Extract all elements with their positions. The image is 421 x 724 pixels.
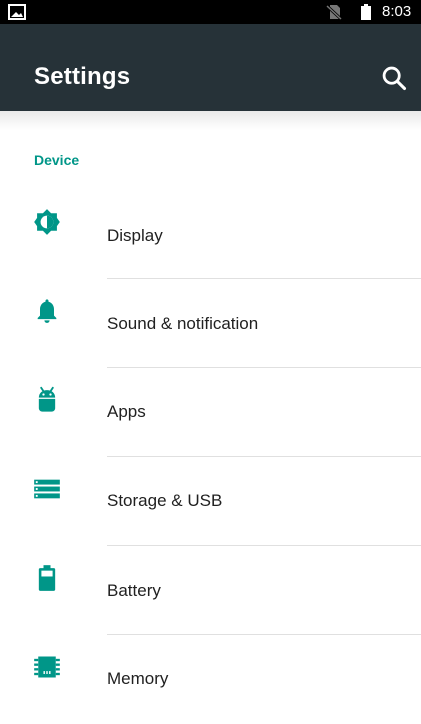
settings-item-label: Apps (107, 402, 146, 421)
storage-icon (34, 479, 60, 499)
battery-icon (38, 565, 56, 591)
toolbar-shadow (0, 111, 421, 131)
display-brightness-icon (34, 209, 60, 235)
android-icon (38, 386, 56, 412)
settings-item-storage-usb[interactable]: Storage & USB (0, 457, 421, 546)
settings-item-display[interactable]: Display (0, 190, 421, 279)
image-notification-icon (8, 4, 26, 20)
status-time: 8:03 (382, 3, 412, 20)
settings-item-label: Battery (107, 581, 161, 600)
search-icon[interactable] (380, 64, 408, 92)
status-bar: 8:03 (0, 0, 421, 24)
battery-icon (361, 4, 371, 20)
bell-icon (37, 299, 57, 323)
page-title: Settings (34, 63, 131, 90)
memory-chip-icon (34, 656, 60, 678)
settings-item-battery[interactable]: Battery (0, 546, 421, 635)
section-header-device: Device (34, 152, 80, 168)
settings-item-label: Sound & notification (107, 314, 259, 333)
settings-item-apps[interactable]: Apps (0, 368, 421, 457)
settings-item-label: Display (107, 226, 163, 245)
app-bar: Settings (0, 24, 421, 111)
settings-item-sound-notification[interactable]: Sound & notification (0, 279, 421, 368)
settings-item-memory[interactable]: Memory (0, 635, 421, 724)
no-sim-icon (326, 4, 342, 20)
settings-item-label: Storage & USB (107, 491, 223, 510)
settings-item-label: Memory (107, 669, 169, 688)
settings-list: Display Sound & notification Apps Storag… (0, 190, 421, 724)
